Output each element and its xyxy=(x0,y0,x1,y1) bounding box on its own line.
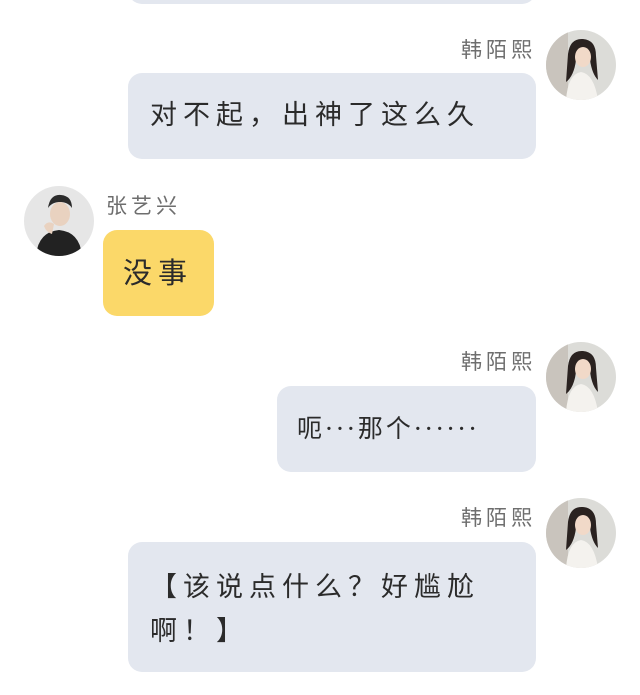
message-text: 【该说点什么？好尴尬啊！】 xyxy=(150,572,480,647)
message-bubble[interactable]: 没事 xyxy=(103,230,214,316)
message-text: 呃···那个······ xyxy=(297,414,480,443)
sender-name: 韩陌熙 xyxy=(461,38,536,62)
message-bubble[interactable]: 呃···那个······ xyxy=(277,386,536,472)
sender-name: 张艺兴 xyxy=(106,194,181,218)
female-avatar[interactable] xyxy=(546,498,616,568)
message-bubble[interactable]: 【该说点什么？好尴尬啊！】 xyxy=(128,542,536,672)
message-text: 对不起，出神了这么久 xyxy=(150,100,480,131)
message-text: 没事 xyxy=(123,256,194,290)
female-avatar[interactable] xyxy=(546,30,616,100)
sender-name: 韩陌熙 xyxy=(461,350,536,374)
message-bubble[interactable]: 对不起，出神了这么久 xyxy=(128,73,536,159)
male-avatar[interactable] xyxy=(24,186,94,256)
sender-name: 韩陌熙 xyxy=(461,506,536,530)
previous-message-bubble xyxy=(128,0,536,4)
female-avatar[interactable] xyxy=(546,342,616,412)
